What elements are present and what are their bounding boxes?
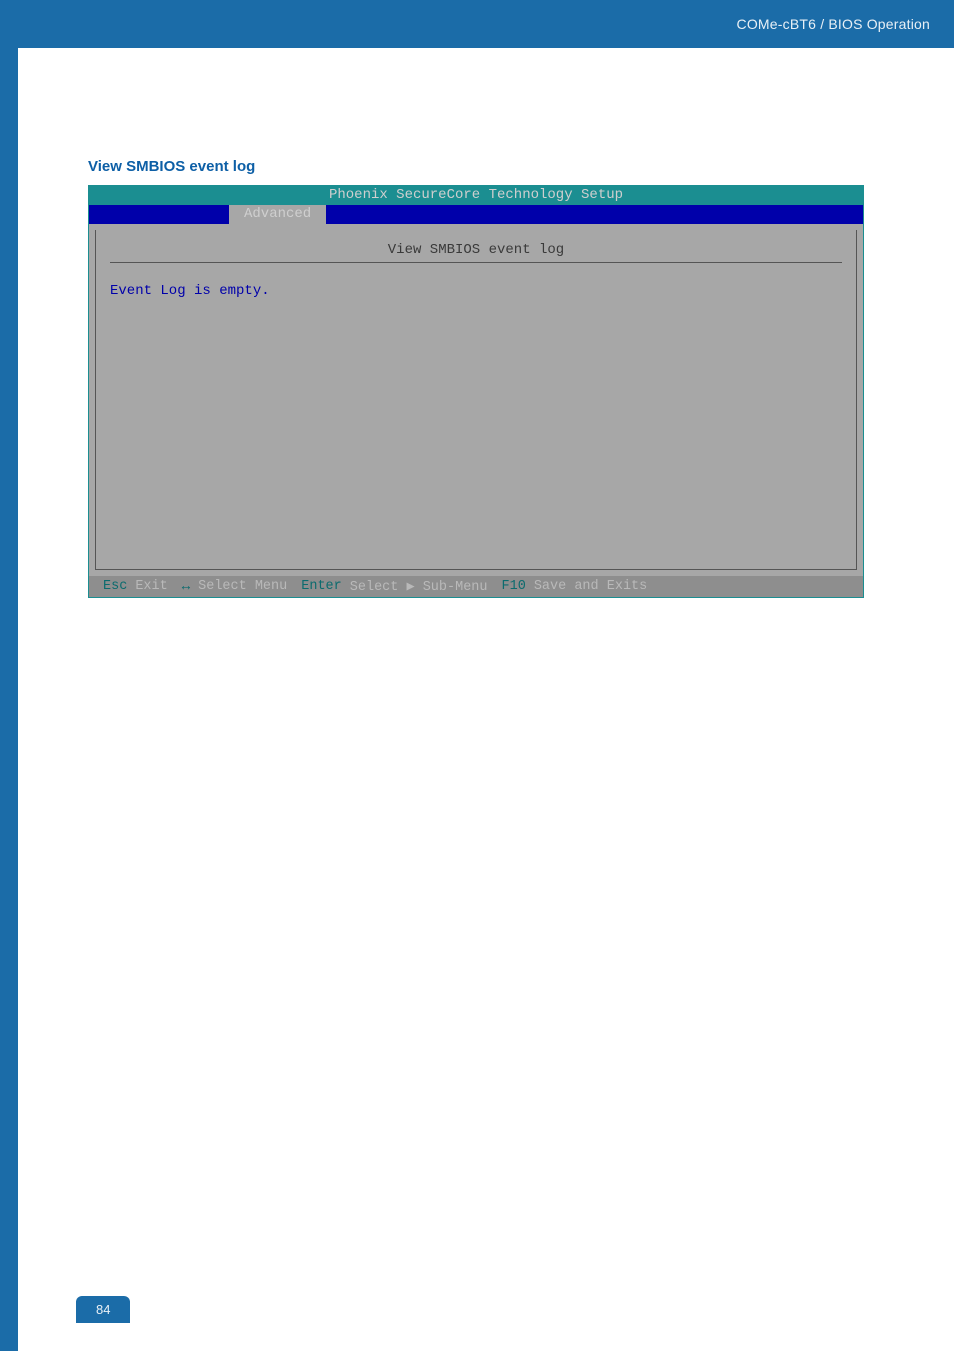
f10-label: Save and Exits [534,579,647,594]
bios-footer: Esc Exit ↔ Select Menu Enter Select ▶ Su… [89,576,863,597]
breadcrumb: COMe-cBT6 / BIOS Operation [737,16,930,32]
esc-key: Esc [103,579,127,594]
bios-body: View SMBIOS event log Event Log is empty… [89,224,863,576]
section-title: View SMBIOS event log [88,158,866,175]
arrows-label: Select Menu [198,579,287,594]
bios-titlebar: Phoenix SecureCore Technology Setup [89,186,863,205]
panel-body-text: Event Log is empty. [110,277,842,299]
enter-key: Enter [301,579,342,594]
bios-menubar: Advanced [89,205,863,224]
bios-window: Phoenix SecureCore Technology Setup Adva… [88,185,864,598]
panel-title: View SMBIOS event log [382,242,570,258]
page-content: View SMBIOS event log Phoenix SecureCore… [0,48,954,598]
menubar-spacer [89,205,229,224]
bios-panel: View SMBIOS event log Event Log is empty… [95,230,857,570]
enter-label: Select ▶ Sub-Menu [350,578,488,595]
tab-advanced[interactable]: Advanced [229,205,326,224]
f10-key: F10 [502,579,526,594]
page-number: 84 [76,1296,130,1323]
page-header: COMe-cBT6 / BIOS Operation [0,0,954,48]
panel-divider [110,262,842,263]
esc-label: Exit [135,579,167,594]
left-margin-stripe [0,0,18,1351]
panel-title-row: View SMBIOS event log [110,240,842,263]
left-right-arrow-icon: ↔ [182,579,190,595]
